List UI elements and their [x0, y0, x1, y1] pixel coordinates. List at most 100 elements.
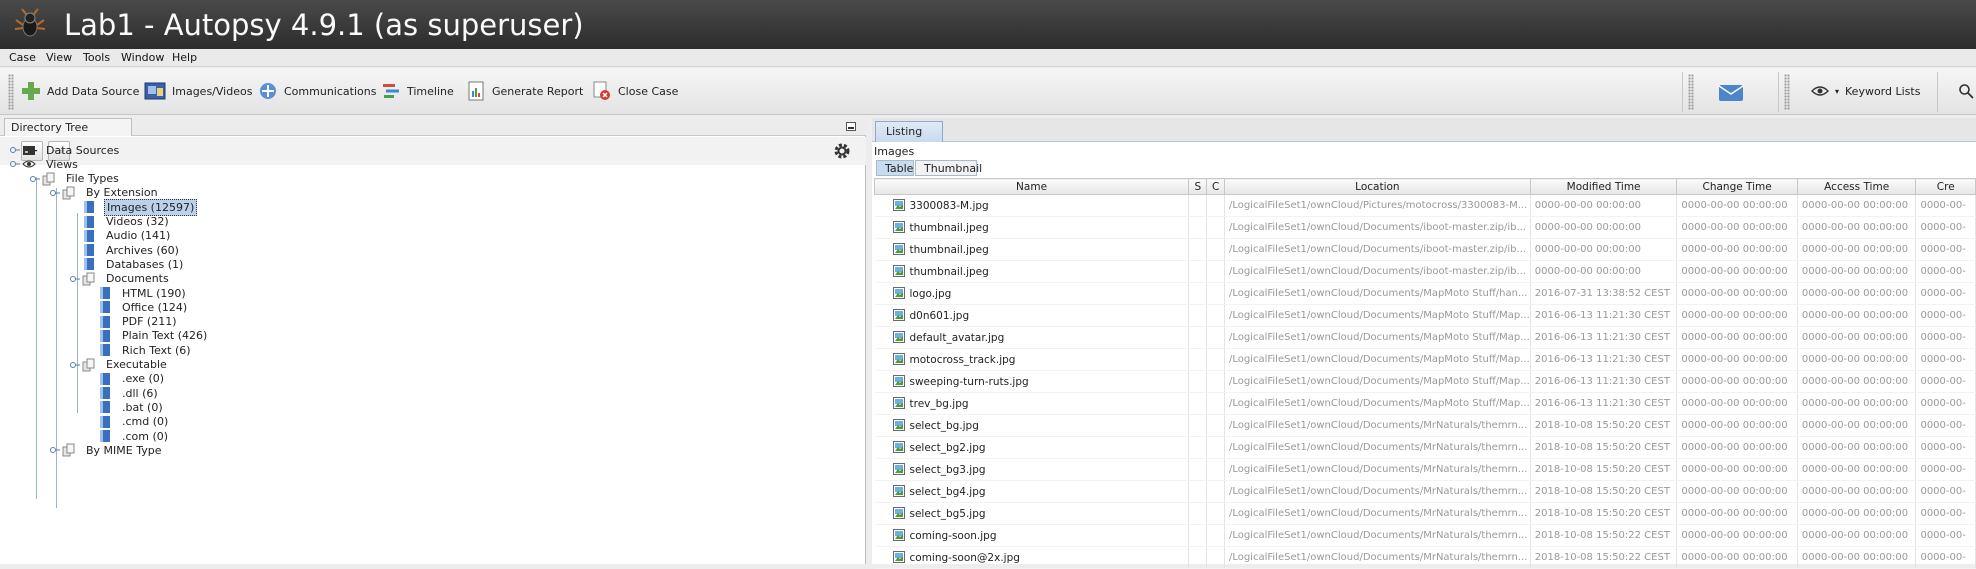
file-name-cell[interactable]: thumbnail.jpeg: [874, 260, 1190, 283]
table-row[interactable]: select_bg2.jpg/LogicalFileSet1/ownCloud/…: [874, 436, 1976, 459]
comment-cell[interactable]: [1206, 546, 1225, 569]
modified-time-cell[interactable]: 2016-07-31 13:38:52 CEST: [1530, 282, 1678, 305]
toolbar-grip[interactable]: [1688, 74, 1694, 110]
score-cell[interactable]: [1188, 458, 1208, 481]
location-cell[interactable]: /LogicalFileSet1/ownCloud/Documents/MapM…: [1224, 304, 1531, 327]
access-time-cell[interactable]: 0000-00-00 00:00:00: [1797, 260, 1917, 283]
menu-case[interactable]: Case: [9, 51, 36, 64]
table-row[interactable]: motocross_track.jpg/LogicalFileSet1/ownC…: [874, 348, 1976, 371]
access-time-cell[interactable]: 0000-00-00 00:00:00: [1797, 392, 1917, 415]
access-time-cell[interactable]: 0000-00-00 00:00:00: [1797, 436, 1917, 459]
modified-time-cell[interactable]: 2018-10-08 15:50:20 CEST: [1530, 458, 1678, 481]
location-cell[interactable]: /LogicalFileSet1/ownCloud/Documents/iboo…: [1224, 238, 1531, 261]
score-cell[interactable]: [1188, 502, 1208, 525]
created-time-cell[interactable]: 0000-00-: [1915, 436, 1976, 459]
modified-time-cell[interactable]: 0000-00-00 00:00:00: [1530, 260, 1678, 283]
comment-cell[interactable]: [1206, 238, 1225, 261]
modified-time-cell[interactable]: 2018-10-08 15:50:20 CEST: [1530, 414, 1678, 437]
modified-time-cell[interactable]: 2018-10-08 15:50:20 CEST: [1530, 502, 1678, 525]
column-header-score[interactable]: S: [1188, 178, 1208, 195]
score-cell[interactable]: [1188, 370, 1208, 393]
file-name-cell[interactable]: select_bg4.jpg: [874, 480, 1190, 503]
created-time-cell[interactable]: 0000-00-: [1915, 502, 1976, 525]
change-time-cell[interactable]: 0000-00-00 00:00:00: [1676, 282, 1798, 305]
table-row[interactable]: thumbnail.jpeg/LogicalFileSet1/ownCloud/…: [874, 260, 1976, 283]
file-name-cell[interactable]: sweeping-turn-ruts.jpg: [874, 370, 1190, 393]
location-cell[interactable]: /LogicalFileSet1/ownCloud/Documents/MrNa…: [1224, 524, 1531, 547]
score-cell[interactable]: [1188, 260, 1208, 283]
tab-table[interactable]: Table: [876, 160, 914, 176]
score-cell[interactable]: [1188, 436, 1208, 459]
file-name-cell[interactable]: thumbnail.jpeg: [874, 216, 1190, 239]
change-time-cell[interactable]: 0000-00-00 00:00:00: [1676, 216, 1798, 239]
expand-handle-icon[interactable]: [50, 188, 60, 198]
access-time-cell[interactable]: 0000-00-00 00:00:00: [1797, 194, 1917, 217]
table-row[interactable]: logo.jpg/LogicalFileSet1/ownCloud/Docume…: [874, 282, 1976, 305]
expand-handle-icon[interactable]: [30, 174, 40, 184]
table-row[interactable]: thumbnail.jpeg/LogicalFileSet1/ownCloud/…: [874, 216, 1976, 239]
location-cell[interactable]: /LogicalFileSet1/ownCloud/Documents/MrNa…: [1224, 458, 1531, 481]
score-cell[interactable]: [1188, 282, 1208, 305]
change-time-cell[interactable]: 0000-00-00 00:00:00: [1676, 348, 1798, 371]
keyword-lists-button[interactable]: ▾ Keyword Lists: [1811, 78, 1920, 104]
location-cell[interactable]: /LogicalFileSet1/ownCloud/Documents/MapM…: [1224, 348, 1531, 371]
change-time-cell[interactable]: 0000-00-00 00:00:00: [1676, 326, 1798, 349]
created-time-cell[interactable]: 0000-00-: [1915, 458, 1976, 481]
add-data-source-button[interactable]: Add Data Source: [21, 78, 139, 104]
keyword-search-button[interactable]: [1958, 78, 1976, 104]
change-time-cell[interactable]: 0000-00-00 00:00:00: [1676, 260, 1798, 283]
access-time-cell[interactable]: 0000-00-00 00:00:00: [1797, 546, 1917, 569]
table-row[interactable]: select_bg3.jpg/LogicalFileSet1/ownCloud/…: [874, 458, 1976, 481]
created-time-cell[interactable]: 0000-00-: [1915, 304, 1976, 327]
images-videos-button[interactable]: Images/Videos: [144, 78, 252, 104]
access-time-cell[interactable]: 0000-00-00 00:00:00: [1797, 282, 1917, 305]
score-cell[interactable]: [1188, 194, 1208, 217]
location-cell[interactable]: /LogicalFileSet1/ownCloud/Documents/iboo…: [1224, 216, 1531, 239]
modified-time-cell[interactable]: 2016-06-13 11:21:30 CEST: [1530, 326, 1678, 349]
change-time-cell[interactable]: 0000-00-00 00:00:00: [1676, 194, 1798, 217]
comment-cell[interactable]: [1206, 304, 1225, 327]
comment-cell[interactable]: [1206, 480, 1225, 503]
access-time-cell[interactable]: 0000-00-00 00:00:00: [1797, 238, 1917, 261]
file-name-cell[interactable]: coming-soon@2x.jpg: [874, 546, 1190, 569]
minimize-icon[interactable]: [846, 122, 856, 131]
access-time-cell[interactable]: 0000-00-00 00:00:00: [1797, 304, 1917, 327]
created-time-cell[interactable]: 0000-00-: [1915, 370, 1976, 393]
comment-cell[interactable]: [1206, 392, 1225, 415]
table-row[interactable]: select_bg5.jpg/LogicalFileSet1/ownCloud/…: [874, 502, 1976, 525]
file-name-cell[interactable]: d0n601.jpg: [874, 304, 1190, 327]
change-time-cell[interactable]: 0000-00-00 00:00:00: [1676, 546, 1798, 569]
expand-handle-icon[interactable]: [10, 159, 20, 169]
score-cell[interactable]: [1188, 238, 1208, 261]
location-cell[interactable]: /LogicalFileSet1/ownCloud/Pictures/motoc…: [1224, 194, 1531, 217]
file-name-cell[interactable]: select_bg.jpg: [874, 414, 1190, 437]
file-name-cell[interactable]: select_bg5.jpg: [874, 502, 1190, 525]
toolbar-grip[interactable]: [8, 74, 14, 110]
modified-time-cell[interactable]: 2018-10-08 15:50:20 CEST: [1530, 436, 1678, 459]
expand-handle-icon[interactable]: [10, 145, 20, 155]
score-cell[interactable]: [1188, 480, 1208, 503]
location-cell[interactable]: /LogicalFileSet1/ownCloud/Documents/MrNa…: [1224, 414, 1531, 437]
change-time-cell[interactable]: 0000-00-00 00:00:00: [1676, 392, 1798, 415]
table-row[interactable]: default_avatar.jpg/LogicalFileSet1/ownCl…: [874, 326, 1976, 349]
access-time-cell[interactable]: 0000-00-00 00:00:00: [1797, 370, 1917, 393]
created-time-cell[interactable]: 0000-00-: [1915, 414, 1976, 437]
access-time-cell[interactable]: 0000-00-00 00:00:00: [1797, 414, 1917, 437]
table-row[interactable]: coming-soon@2x.jpg/LogicalFileSet1/ownCl…: [874, 546, 1976, 569]
access-time-cell[interactable]: 0000-00-00 00:00:00: [1797, 216, 1917, 239]
created-time-cell[interactable]: 0000-00-: [1915, 260, 1976, 283]
comment-cell[interactable]: [1206, 458, 1225, 481]
created-time-cell[interactable]: 0000-00-: [1915, 238, 1976, 261]
created-time-cell[interactable]: 0000-00-: [1915, 326, 1976, 349]
created-time-cell[interactable]: 0000-00-: [1915, 348, 1976, 371]
modified-time-cell[interactable]: 0000-00-00 00:00:00: [1530, 238, 1678, 261]
expand-handle-icon[interactable]: [50, 445, 60, 455]
created-time-cell[interactable]: 0000-00-: [1915, 392, 1976, 415]
file-name-cell[interactable]: trev_bg.jpg: [874, 392, 1190, 415]
location-cell[interactable]: /LogicalFileSet1/ownCloud/Documents/MapM…: [1224, 392, 1531, 415]
communications-button[interactable]: Communications: [258, 78, 376, 104]
modified-time-cell[interactable]: 2018-10-08 15:50:22 CEST: [1530, 524, 1678, 547]
change-time-cell[interactable]: 0000-00-00 00:00:00: [1676, 480, 1798, 503]
location-cell[interactable]: /LogicalFileSet1/ownCloud/Documents/MapM…: [1224, 326, 1531, 349]
created-time-cell[interactable]: 0000-00-: [1915, 282, 1976, 305]
